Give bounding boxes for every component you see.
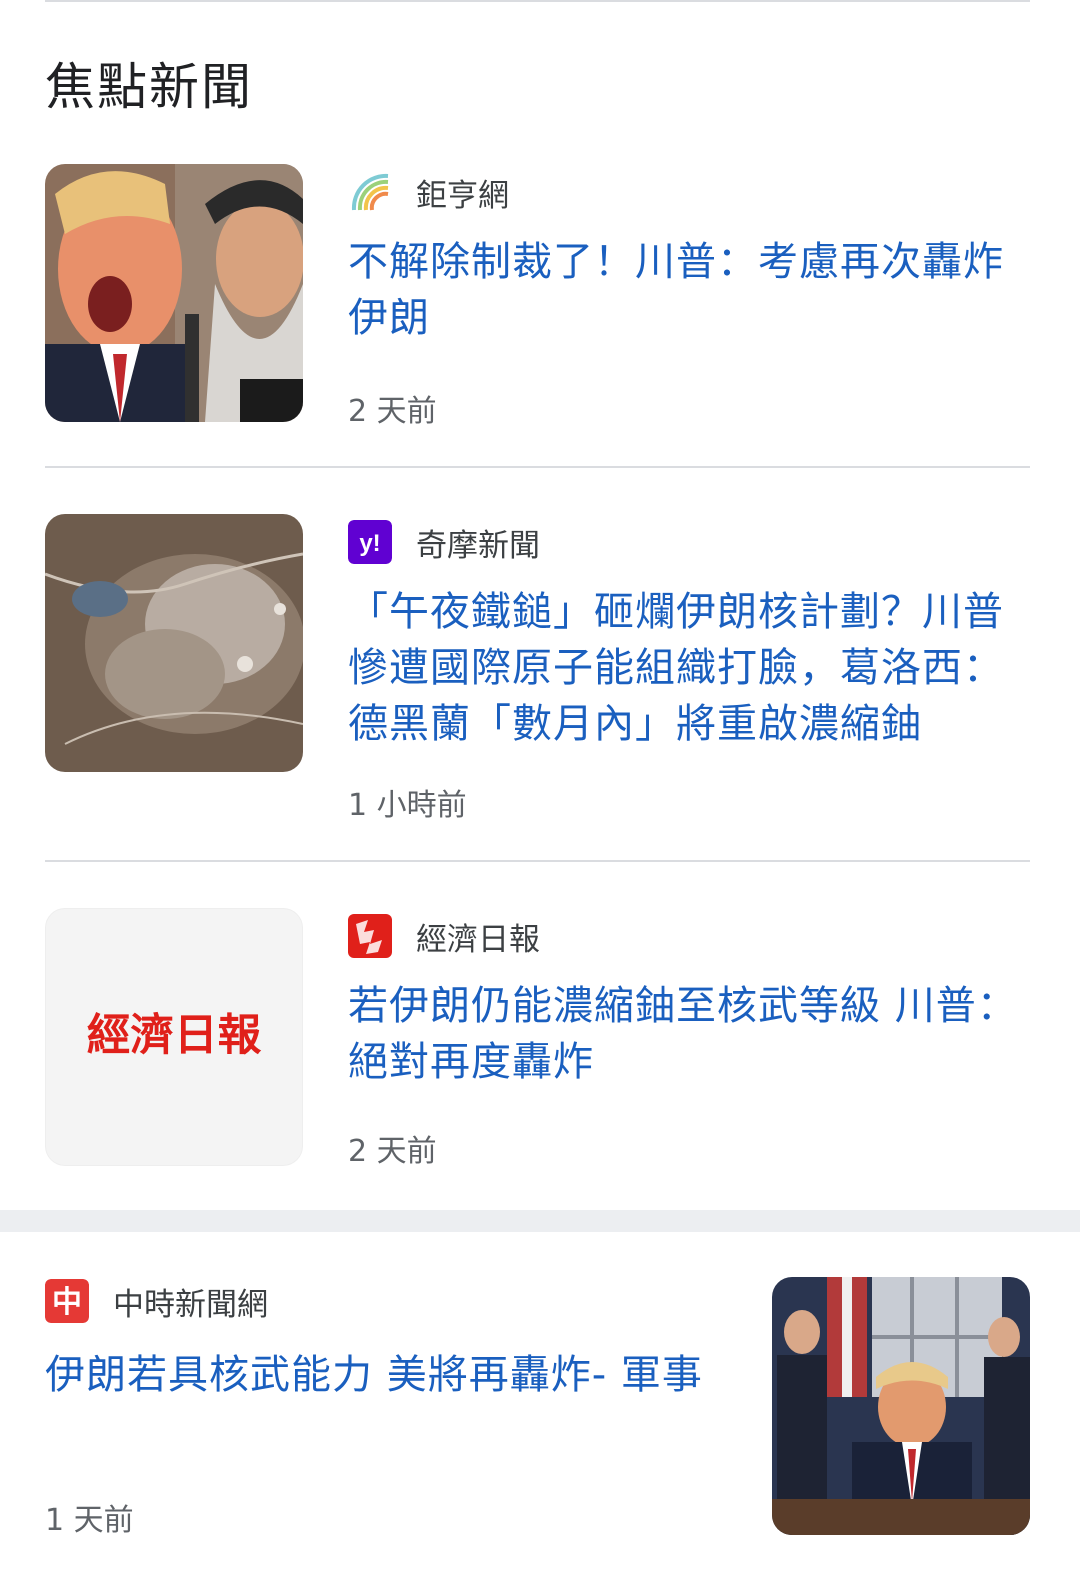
article-time: 1 天前 [45, 1503, 134, 1538]
card-divider [45, 466, 1030, 468]
svg-text:中: 中 [52, 1285, 82, 1320]
source-name: 中時新聞網 [113, 1286, 268, 1323]
article-source: 經濟日報 [348, 914, 540, 958]
cnyes-logo-icon [348, 170, 392, 214]
article-time: 2 天前 [348, 1134, 437, 1169]
section-separator [0, 1210, 1080, 1232]
article-source: 中 中時新聞網 [45, 1279, 268, 1323]
article-source: 鉅亨網 [348, 170, 509, 214]
chinatimes-logo-icon: 中 [45, 1279, 89, 1323]
article-headline[interactable]: 伊朗若具核武能力 美將再轟炸- 軍事 [45, 1347, 735, 1403]
yahoo-logo-icon: y! [348, 520, 392, 564]
article-thumbnail[interactable] [772, 1277, 1030, 1535]
news-card[interactable]: y! 奇摩新聞 「午夜鐵鎚」砸爛伊朗核計劃？川普慘遭國際原子能組織打臉，葛洛西：… [45, 514, 1030, 823]
article-time: 1 小時前 [348, 788, 467, 823]
news-card[interactable]: 經濟日報 經濟日報 若伊朗仍能濃縮鈾至核武等級 川普：絕對再度轟炸 2 天前 [45, 908, 1030, 1169]
article-thumbnail[interactable] [45, 164, 303, 422]
source-name: 鉅亨網 [416, 177, 509, 214]
svg-text:y!: y! [359, 530, 380, 557]
section-title: 焦點新聞 [45, 58, 253, 116]
article-thumbnail[interactable] [45, 514, 303, 772]
card-divider [45, 860, 1030, 862]
source-name: 經濟日報 [416, 921, 540, 958]
featured-news-card[interactable]: 中 中時新聞網 伊朗若具核武能力 美將再轟炸- 軍事 1 天前 [45, 1275, 1030, 1538]
source-name: 奇摩新聞 [416, 527, 540, 564]
article-thumbnail[interactable]: 經濟日報 [45, 908, 303, 1166]
article-headline[interactable]: 「午夜鐵鎚」砸爛伊朗核計劃？川普慘遭國際原子能組織打臉，葛洛西：德黑蘭「數月內」… [348, 584, 1030, 752]
top-divider [45, 0, 1030, 2]
article-headline[interactable]: 不解除制裁了！川普：考慮再次轟炸伊朗 [348, 234, 1030, 346]
udn-logo-icon [348, 914, 392, 958]
article-time: 2 天前 [348, 394, 437, 429]
udn-thumb-logo: 經濟日報 [87, 1010, 262, 1061]
article-headline[interactable]: 若伊朗仍能濃縮鈾至核武等級 川普：絕對再度轟炸 [348, 978, 1030, 1090]
article-source: y! 奇摩新聞 [348, 520, 540, 564]
news-card[interactable]: 鉅亨網 不解除制裁了！川普：考慮再次轟炸伊朗 2 天前 [45, 164, 1030, 429]
